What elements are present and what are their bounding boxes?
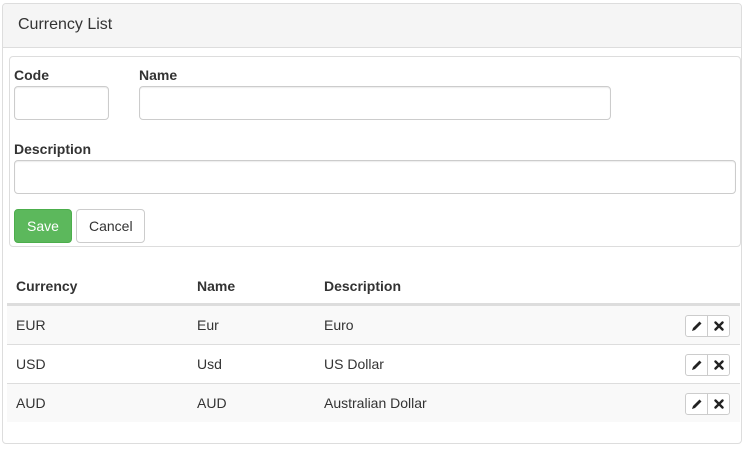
cell-description: Australian Dollar — [324, 395, 427, 411]
code-input[interactable] — [14, 86, 109, 120]
pencil-icon — [691, 399, 701, 409]
column-header-name: Name — [197, 278, 236, 294]
row-actions — [685, 393, 731, 415]
save-button[interactable]: Save — [14, 209, 72, 243]
column-header-description: Description — [324, 278, 402, 294]
code-label: Code — [14, 67, 49, 83]
delete-button[interactable] — [707, 354, 730, 376]
edit-button[interactable] — [685, 315, 708, 337]
description-input[interactable] — [14, 160, 736, 194]
cell-currency: USD — [16, 356, 46, 372]
column-header-currency: Currency — [16, 278, 78, 294]
cancel-button[interactable]: Cancel — [76, 209, 145, 243]
description-label: Description — [14, 141, 92, 157]
delete-button[interactable] — [707, 315, 730, 337]
remove-icon — [713, 321, 724, 331]
pencil-icon — [691, 321, 701, 331]
cell-name: Usd — [197, 356, 222, 372]
cell-description: US Dollar — [324, 356, 384, 372]
remove-icon — [713, 399, 724, 409]
table-header: Currency Name Description — [7, 267, 740, 305]
pencil-icon — [691, 360, 701, 370]
panel-heading: Currency List — [3, 4, 741, 48]
row-actions — [685, 354, 731, 376]
page-title: Currency List — [18, 16, 113, 33]
cell-name: Eur — [197, 317, 219, 333]
currency-panel: Currency List Code Name Description Save… — [2, 3, 742, 444]
delete-button[interactable] — [707, 393, 730, 415]
name-input[interactable] — [139, 86, 611, 120]
currency-form: Code Name Description Save Cancel — [9, 56, 741, 247]
edit-button[interactable] — [685, 354, 708, 376]
cell-currency: AUD — [16, 395, 46, 411]
remove-icon — [713, 360, 724, 370]
table-row: USD Usd US Dollar — [7, 344, 740, 383]
row-actions — [685, 315, 731, 337]
name-label: Name — [139, 67, 178, 83]
table-row: AUD AUD Australian Dollar — [7, 383, 740, 422]
cell-description: Euro — [324, 317, 354, 333]
table-row: EUR Eur Euro — [7, 305, 740, 344]
edit-button[interactable] — [685, 393, 708, 415]
cell-currency: EUR — [16, 317, 46, 333]
cell-name: AUD — [197, 395, 227, 411]
